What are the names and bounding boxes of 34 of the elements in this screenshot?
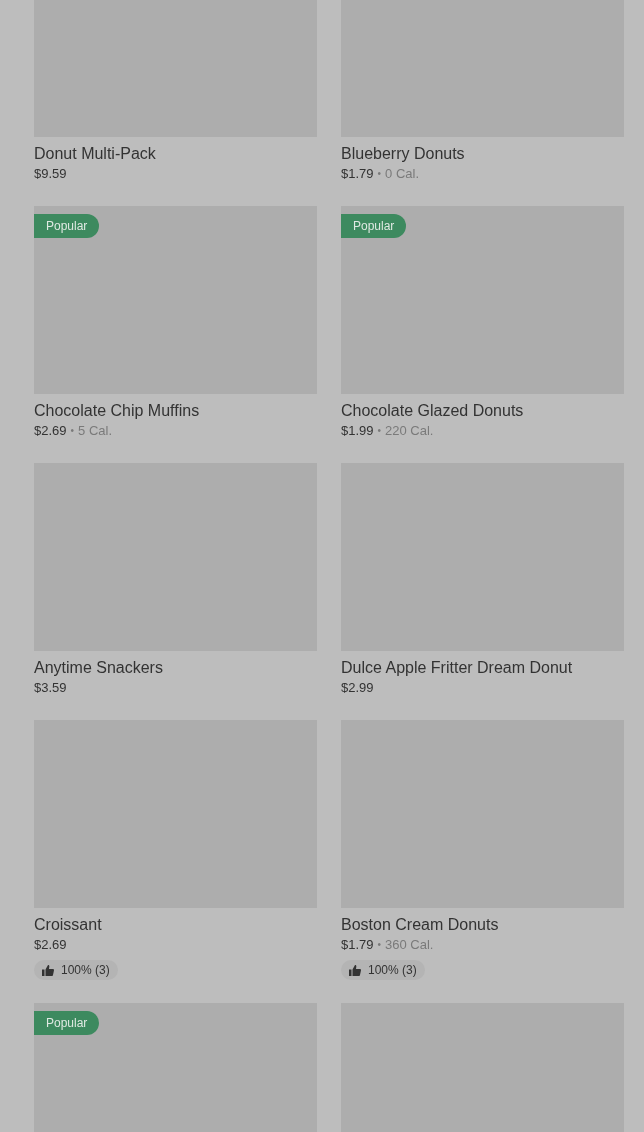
item-price: $1.99 — [341, 422, 374, 440]
thumbs-up-icon — [349, 964, 361, 976]
popular-badge: Popular — [34, 214, 100, 238]
separator-dot: • — [70, 424, 75, 438]
item-price: $1.79 — [341, 165, 374, 183]
item-calories: 0 Cal. — [385, 165, 420, 183]
item-name: Dulce Apple Fritter Dream Donut — [341, 658, 574, 678]
item-name: Boston Cream Donuts — [341, 915, 500, 935]
rating-badge: 100% (3) — [341, 960, 425, 980]
separator-dot: • — [377, 424, 382, 438]
item-price: $2.69 — [34, 936, 67, 954]
item-price: $3.59 — [34, 679, 67, 697]
item-price: $1.79 — [341, 936, 374, 954]
item-price: $2.99 — [341, 679, 374, 697]
item-calories: 5 Cal. — [78, 422, 113, 440]
item-name: Croissant — [34, 915, 103, 935]
item-name: Donut Multi-Pack — [34, 144, 157, 164]
image-placeholder[interactable]: Popular — [34, 1003, 317, 1132]
popular-badge: Popular — [34, 1011, 100, 1035]
item-name: Chocolate Chip Muffins — [34, 401, 201, 421]
rating-badge: 100% (3) — [34, 960, 118, 980]
item-calories: 360 Cal. — [385, 936, 434, 954]
thumbs-up-icon — [42, 964, 54, 976]
separator-dot: • — [377, 167, 382, 181]
item-price: $2.69 — [34, 422, 67, 440]
image-placeholder[interactable]: Popular — [341, 206, 624, 394]
separator-dot: • — [377, 938, 382, 952]
popular-badge: Popular — [341, 214, 407, 238]
item-name: Anytime Snackers — [34, 658, 164, 678]
item-price: $9.59 — [34, 165, 67, 183]
item-calories: 220 Cal. — [385, 422, 434, 440]
image-placeholder[interactable]: Popular — [34, 206, 317, 394]
item-name: Blueberry Donuts — [341, 144, 466, 164]
item-name: Chocolate Glazed Donuts — [341, 401, 525, 421]
